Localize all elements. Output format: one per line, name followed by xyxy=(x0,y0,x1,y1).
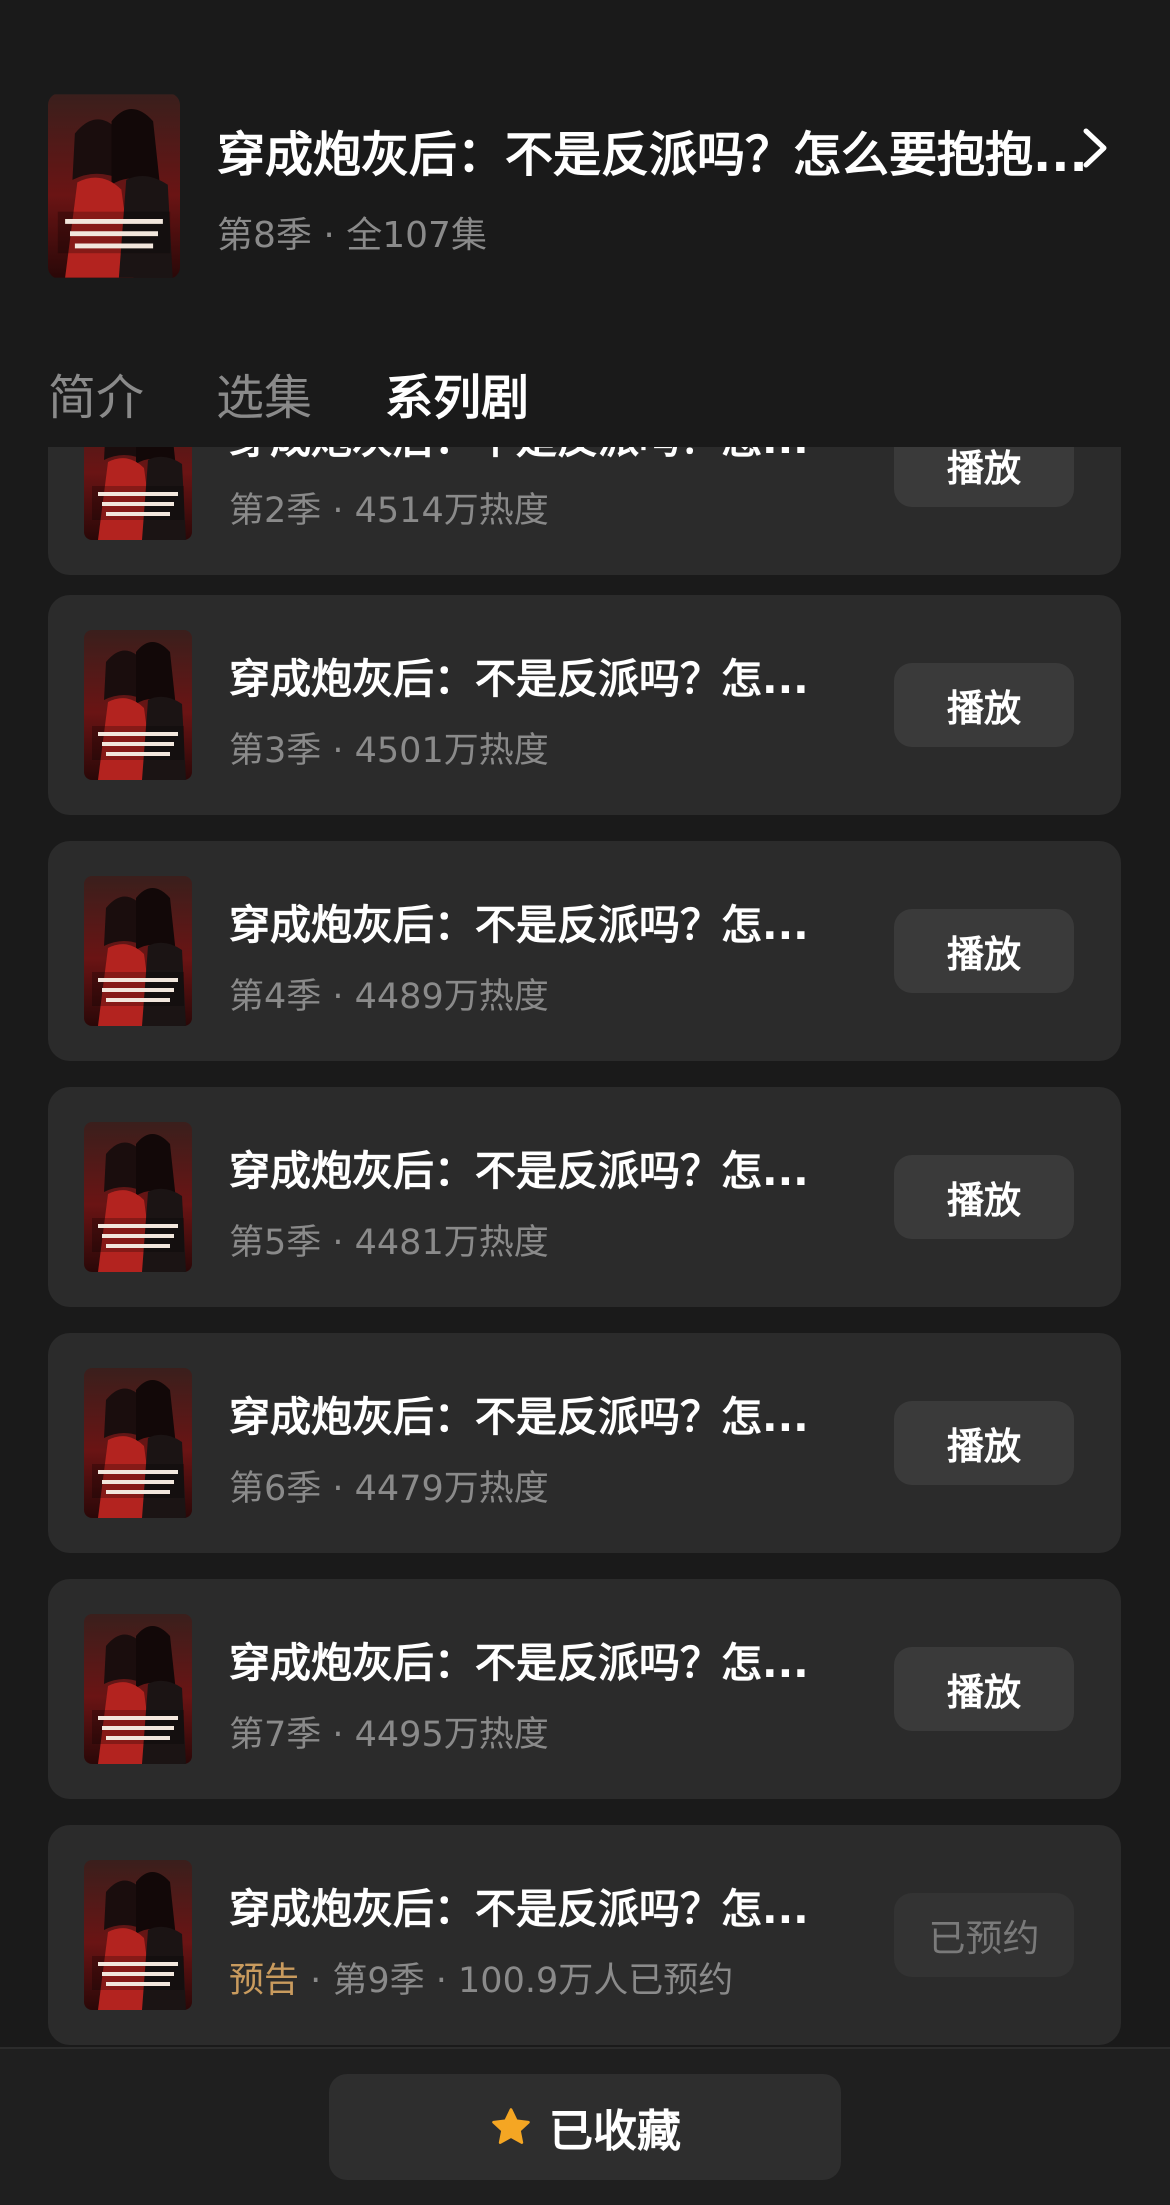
series-title: 穿成炮灰后：不是反派吗？怎... xyxy=(229,655,809,703)
reserved-button[interactable]: 已预约 xyxy=(894,1893,1074,1977)
series-card[interactable]: 穿成炮灰后：不是反派吗？怎... 第3季 · 4501万热度 播放 xyxy=(48,595,1121,815)
series-list[interactable]: 穿成炮灰后：不是反派吗？怎... 第2季 · 4514万热度 播放 穿成炮灰后：… xyxy=(0,447,1170,2047)
series-cover-image xyxy=(84,1860,192,2010)
favorite-button[interactable]: 已收藏 xyxy=(329,2074,841,2180)
play-button[interactable]: 播放 xyxy=(894,447,1074,507)
series-meta: 第2季 · 4514万热度 xyxy=(229,491,549,531)
series-title: 穿成炮灰后：不是反派吗？怎... xyxy=(229,901,809,949)
tab-intro[interactable]: 简介 xyxy=(48,358,144,428)
drama-header[interactable]: 穿成炮灰后：不是反派吗？怎么要抱抱... 第8季 · 全107集 xyxy=(48,93,1128,279)
series-card-upcoming[interactable]: 穿成炮灰后：不是反派吗？怎... 预告 · 第9季 · 100.9万人已预约 已… xyxy=(48,1825,1121,2045)
series-title: 穿成炮灰后：不是反派吗？怎... xyxy=(229,1393,809,1441)
series-meta-text: · 第9季 · 100.9万人已预约 xyxy=(299,1961,734,2001)
star-icon xyxy=(492,2108,530,2144)
series-meta: 第7季 · 4495万热度 xyxy=(229,1715,549,1755)
series-title: 穿成炮灰后：不是反派吗？怎... xyxy=(229,447,809,465)
series-card[interactable]: 穿成炮灰后：不是反派吗？怎... 第5季 · 4481万热度 播放 xyxy=(48,1087,1121,1307)
series-title: 穿成炮灰后：不是反派吗？怎... xyxy=(229,1639,809,1687)
trailer-tag: 预告 xyxy=(229,1961,300,2001)
bottom-bar: 已收藏 xyxy=(0,2047,1170,2205)
play-button[interactable]: 播放 xyxy=(894,1401,1074,1485)
play-button[interactable]: 播放 xyxy=(894,663,1074,747)
series-cover-image xyxy=(84,1368,192,1518)
drama-subtitle: 第8季 · 全107集 xyxy=(217,215,487,256)
series-meta: 第4季 · 4489万热度 xyxy=(229,977,549,1017)
series-cover-image xyxy=(84,1122,192,1272)
play-button[interactable]: 播放 xyxy=(894,1155,1074,1239)
series-cover-image xyxy=(84,630,192,780)
drama-title: 穿成炮灰后：不是反派吗？怎么要抱抱... xyxy=(217,127,1088,183)
play-button[interactable]: 播放 xyxy=(894,1647,1074,1731)
favorite-label: 已收藏 xyxy=(549,2106,681,2157)
series-cover-image xyxy=(84,876,192,1026)
play-button[interactable]: 播放 xyxy=(894,909,1074,993)
series-title: 穿成炮灰后：不是反派吗？怎... xyxy=(229,1147,809,1195)
series-card[interactable]: 穿成炮灰后：不是反派吗？怎... 第2季 · 4514万热度 播放 xyxy=(48,447,1121,575)
series-title: 穿成炮灰后：不是反派吗？怎... xyxy=(229,1885,809,1933)
series-card[interactable]: 穿成炮灰后：不是反派吗？怎... 第4季 · 4489万热度 播放 xyxy=(48,841,1121,1061)
tab-series[interactable]: 系列剧 xyxy=(385,358,529,428)
series-meta: 第6季 · 4479万热度 xyxy=(229,1469,549,1509)
series-card[interactable]: 穿成炮灰后：不是反派吗？怎... 第6季 · 4479万热度 播放 xyxy=(48,1333,1121,1553)
drama-cover-image xyxy=(48,93,180,279)
tab-episodes[interactable]: 选集 xyxy=(216,358,312,428)
series-meta: 第5季 · 4481万热度 xyxy=(229,1223,549,1263)
series-cover-image xyxy=(84,447,192,540)
series-card[interactable]: 穿成炮灰后：不是反派吗？怎... 第7季 · 4495万热度 播放 xyxy=(48,1579,1121,1799)
series-meta: 第3季 · 4501万热度 xyxy=(229,731,549,771)
series-cover-image xyxy=(84,1614,192,1764)
series-meta: 预告 · 第9季 · 100.9万人已预约 xyxy=(229,1952,733,2003)
chevron-right-icon[interactable] xyxy=(1070,123,1120,173)
